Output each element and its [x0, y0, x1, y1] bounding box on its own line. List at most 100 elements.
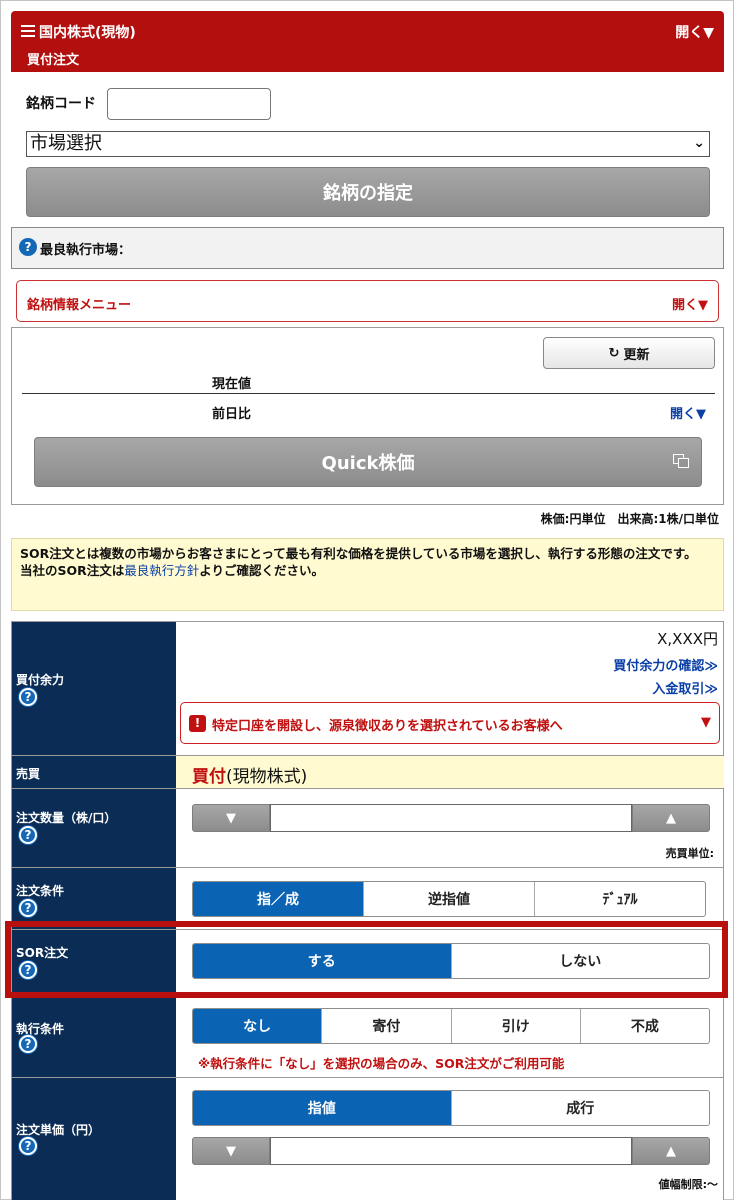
trading-unit-label: 売買単位:	[665, 847, 714, 860]
question-icon[interactable]: ?	[19, 961, 37, 979]
question-icon[interactable]: ?	[19, 1137, 37, 1155]
price-increase-button[interactable]: ▲	[632, 1137, 710, 1165]
quantity-increase-button[interactable]: ▲	[632, 804, 710, 832]
quantity-label-cell: 注文数量（株/口） ?	[12, 789, 176, 868]
order-form: 買付余力 ? X,XXX円 買付余力の確認≫ 入金取引≫ ! 特定口座を開設し、…	[11, 621, 724, 1200]
question-icon[interactable]: ?	[19, 899, 37, 917]
sor-value-cell: する しない	[176, 930, 724, 993]
trade-value: 買付(現物株式)	[192, 762, 307, 787]
menu-icon[interactable]	[21, 25, 35, 37]
price-label-cell: 注文単価（円） ?	[12, 1078, 176, 1200]
header-subtitle: 買付注文	[27, 53, 80, 68]
condition-option-limit[interactable]: 指／成	[193, 882, 363, 916]
question-icon[interactable]: ?	[19, 826, 37, 844]
price-decrease-button[interactable]: ▼	[192, 1137, 270, 1165]
price-input[interactable]	[270, 1137, 632, 1165]
buying-power-value-cell: X,XXX円 買付余力の確認≫ 入金取引≫ ! 特定口座を開設し、源泉徴収ありを…	[176, 622, 724, 756]
buying-power-label: 買付余力	[16, 673, 65, 687]
popup-window-icon	[673, 454, 689, 468]
header-open-toggle[interactable]: 開く▼	[675, 22, 714, 42]
price-option-market[interactable]: 成行	[450, 1091, 710, 1125]
current-price-label: 現在値	[212, 377, 252, 392]
sor-notice-text: SOR注文とは複数の市場からお客さまにとって最も有利な価格を提供している市場を選…	[20, 546, 697, 561]
price-value-cell: 指値 成行 ▼ ▲ 値幅制限:～	[176, 1078, 724, 1200]
exec-option-none[interactable]: なし	[193, 1009, 322, 1043]
condition-value-cell: 指／成 逆指値 ﾃﾞｭｱﾙ	[176, 868, 724, 930]
quick-quote-button[interactable]: Quick株価	[34, 437, 702, 487]
prev-day-label: 前日比	[212, 407, 252, 422]
condition-option-stop[interactable]: 逆指値	[363, 882, 534, 916]
tax-alert-box[interactable]: ! 特定口座を開設し、源泉徴収ありを選択されているお客様へ ▼	[180, 702, 720, 744]
deposit-link[interactable]: 入金取引≫	[652, 678, 718, 697]
units-note: 株価:円単位 出来高:1株/口単位	[540, 512, 719, 526]
sor-option-no[interactable]: しない	[450, 944, 710, 978]
trade-type: 買付	[192, 767, 226, 787]
page-header: 国内株式(現物) 買付注文 開く▼	[11, 11, 724, 72]
down-arrow-icon: ▼	[226, 810, 236, 826]
exec-option-close[interactable]: 引け	[450, 1009, 580, 1043]
price-label: 注文単価（円）	[16, 1123, 101, 1137]
stock-info-menu-open: 開く▼	[672, 298, 708, 313]
quote-open-toggle[interactable]: 開く▼	[670, 403, 706, 422]
exec-option-funari[interactable]: 不成	[579, 1009, 709, 1043]
sor-notice: SOR注文とは複数の市場からお客さまにとって最も有利な価格を提供している市場を選…	[11, 538, 724, 611]
alert-icon: !	[189, 715, 206, 732]
sor-option-yes[interactable]: する	[193, 944, 451, 978]
sor-label-cell: SOR注文 ?	[12, 930, 176, 993]
refresh-button[interactable]: ↻ 更新	[543, 337, 715, 369]
specify-stock-label: 銘柄の指定	[323, 183, 413, 204]
quote-divider	[22, 393, 715, 394]
condition-segmented: 指／成 逆指値 ﾃﾞｭｱﾙ	[192, 881, 706, 917]
exec-segmented: なし 寄付 引け 不成	[192, 1008, 710, 1044]
stock-info-menu-label: 銘柄情報メニュー	[27, 298, 132, 313]
down-arrow-icon: ▼	[226, 1143, 236, 1159]
quantity-input[interactable]	[270, 804, 632, 832]
price-option-limit[interactable]: 指値	[193, 1091, 451, 1125]
up-arrow-icon: ▲	[666, 1143, 676, 1159]
sor-segmented: する しない	[192, 943, 710, 979]
quote-panel: ↻ 更新 現在値 前日比 開く▼ Quick株価	[11, 327, 724, 505]
trade-label-cell: 売買	[12, 756, 176, 789]
exec-value-cell: なし 寄付 引け 不成 ※執行条件に「なし」を選択の場合のみ、SOR注文がご利用…	[176, 993, 724, 1078]
trade-value-cell: 買付(現物株式)	[176, 756, 724, 789]
best-market-box: ? 最良執行市場：	[11, 227, 724, 269]
sor-notice-policy: 当社のSOR注文は最良執行方針よりご確認ください。	[20, 563, 325, 578]
stock-info-menu[interactable]: 銘柄情報メニュー 開く▼	[16, 280, 719, 322]
quantity-decrease-button[interactable]: ▼	[192, 804, 270, 832]
best-execution-policy-link[interactable]: 最良執行方針	[124, 563, 199, 578]
trade-label: 売買	[16, 767, 41, 781]
condition-label: 注文条件	[16, 884, 65, 898]
code-input[interactable]	[107, 88, 271, 120]
tax-alert-text: 特定口座を開設し、源泉徴収ありを選択されているお客様へ	[212, 719, 563, 734]
question-icon[interactable]: ?	[19, 1035, 37, 1053]
price-limit-label: 値幅制限:～	[658, 1178, 718, 1191]
market-select-value: 市場選択	[30, 133, 102, 154]
refresh-label: 更新	[623, 347, 650, 363]
question-icon[interactable]: ?	[19, 688, 37, 706]
refresh-icon: ↻	[608, 345, 620, 361]
buying-power-label-cell: 買付余力 ?	[12, 622, 176, 756]
market-select[interactable]: 市場選択 ⌄	[26, 131, 710, 157]
alert-dropdown-icon: ▼	[701, 715, 711, 730]
chevron-down-icon: ⌄	[693, 135, 705, 151]
buying-power-value: X,XXX円	[657, 630, 718, 648]
header-title: 国内株式(現物)	[39, 25, 136, 41]
exec-label: 執行条件	[16, 1022, 65, 1036]
best-market-label: 最良執行市場：	[40, 243, 132, 258]
quantity-value-cell: ▼ ▲ 売買単位:	[176, 789, 724, 868]
buying-power-check-link[interactable]: 買付余力の確認≫	[613, 655, 718, 674]
exec-option-open[interactable]: 寄付	[321, 1009, 450, 1043]
page-frame: 国内株式(現物) 買付注文 開く▼ 銘柄コード 市場選択 ⌄ 銘柄の指定 ? 最…	[0, 0, 734, 1200]
condition-label-cell: 注文条件 ?	[12, 868, 176, 930]
specify-stock-button[interactable]: 銘柄の指定	[26, 167, 710, 217]
quantity-label: 注文数量（株/口）	[16, 811, 117, 825]
code-label: 銘柄コード	[26, 96, 96, 112]
up-arrow-icon: ▲	[666, 810, 676, 826]
price-type-segmented: 指値 成行	[192, 1090, 710, 1126]
exec-note: ※執行条件に「なし」を選択の場合のみ、SOR注文がご利用可能	[198, 1056, 565, 1071]
question-icon[interactable]: ?	[19, 238, 37, 256]
condition-option-dual[interactable]: ﾃﾞｭｱﾙ	[534, 882, 705, 916]
sor-label: SOR注文	[16, 946, 69, 960]
trade-product: (現物株式)	[226, 767, 308, 787]
exec-label-cell: 執行条件 ?	[12, 993, 176, 1078]
